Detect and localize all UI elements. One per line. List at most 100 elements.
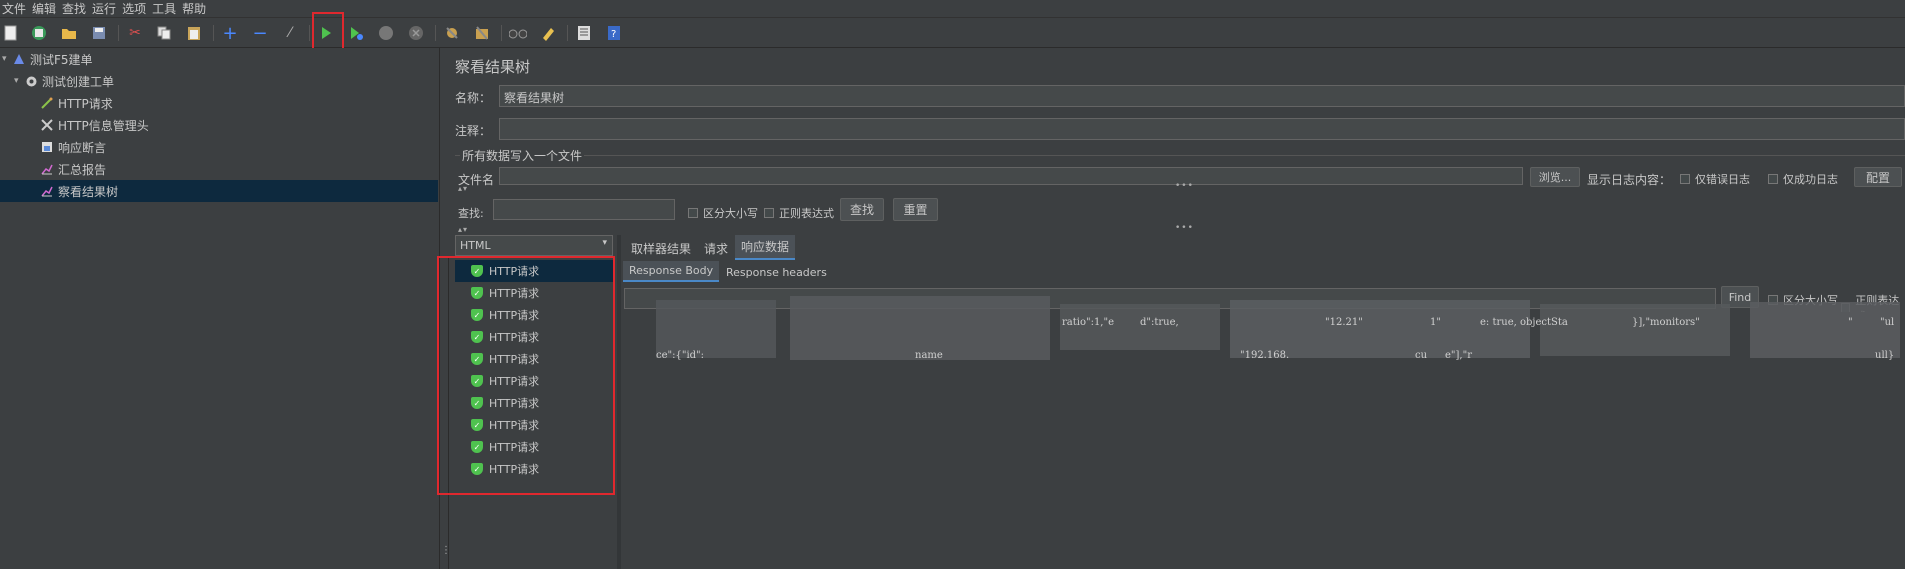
reset-search-icon[interactable] <box>539 24 557 42</box>
response-fragment: "12.21" <box>1325 317 1363 328</box>
start-highlight-box <box>312 12 344 52</box>
checkbox-box[interactable] <box>764 208 774 218</box>
clear-all-icon[interactable] <box>473 24 491 42</box>
http-sampler-icon <box>40 96 54 110</box>
stop-icon[interactable] <box>377 24 395 42</box>
function-helper-icon[interactable] <box>575 24 593 42</box>
response-fragment: d":true, <box>1140 317 1179 328</box>
thread-group-icon <box>24 74 38 88</box>
collapse-arrows-icon[interactable]: ▴▾ <box>458 184 468 193</box>
response-fragment: ratio":1,"e <box>1062 317 1115 328</box>
paste-icon[interactable] <box>185 24 203 42</box>
copy-icon[interactable] <box>155 24 173 42</box>
errors-only-checkbox[interactable]: 仅错误日志 <box>1680 171 1750 187</box>
tree-item-label: HTTP信息管理头 <box>58 118 149 133</box>
case-sensitive-label: 区分大小写 <box>703 207 758 220</box>
results-tree-icon <box>40 184 54 198</box>
response-fragment: ull} <box>1875 350 1895 361</box>
expand-icon[interactable]: + <box>221 23 239 44</box>
tab-request[interactable]: 请求 <box>698 237 734 260</box>
filename-field[interactable] <box>499 167 1523 185</box>
response-fragment: e: true, objectSta <box>1480 317 1568 328</box>
checkbox-box[interactable] <box>1768 174 1778 184</box>
test-plan-tree: ▾ 测试F5建单 ▾ 测试创建工单 HTTP请求 HTTP信息管理头 响应断言 … <box>0 48 440 569</box>
tab-response-data[interactable]: 响应数据 <box>735 235 796 260</box>
regex-label: 正则表达式 <box>779 207 834 220</box>
toolbar: ✂ + − ⁄ ? <box>0 12 1905 52</box>
errors-only-label: 仅错误日志 <box>1695 173 1750 186</box>
group-divider <box>455 155 1905 156</box>
browse-button[interactable]: 浏览... <box>1530 167 1580 187</box>
tree-item-http-request[interactable]: HTTP请求 <box>0 92 438 114</box>
search-input[interactable] <box>493 199 675 220</box>
renderer-select[interactable]: HTML ▾ <box>455 235 613 256</box>
renderer-value: HTML <box>460 239 491 252</box>
svg-text:?: ? <box>611 29 616 40</box>
cut-icon[interactable]: ✂ <box>126 24 144 42</box>
name-field[interactable]: 察看结果树 <box>499 85 1905 107</box>
menu-bar: 文件 编辑 查找 运行 选项 工具 帮助 <box>0 0 1905 18</box>
checkbox-box[interactable] <box>688 208 698 218</box>
response-fragment: cu <box>1415 350 1428 361</box>
tree-item-label: 察看结果树 <box>58 184 119 199</box>
menu-file[interactable]: 文件 <box>0 0 30 17</box>
menu-edit[interactable]: 编辑 <box>30 0 60 17</box>
tree-item-assertion[interactable]: 响应断言 <box>0 136 438 158</box>
help-icon[interactable]: ? <box>605 24 623 42</box>
tree-item-test-plan[interactable]: ▾ 测试F5建单 <box>0 48 438 70</box>
new-icon[interactable] <box>2 24 20 42</box>
checkbox-box[interactable] <box>1680 174 1690 184</box>
tab-response-body[interactable]: Response Body <box>623 261 720 282</box>
success-only-label: 仅成功日志 <box>1783 173 1838 186</box>
search-icon[interactable] <box>509 24 527 42</box>
clear-icon[interactable] <box>443 24 461 42</box>
response-fragment: }],"monitors" <box>1632 317 1700 328</box>
chevron-down-icon[interactable]: ▾ <box>602 238 607 248</box>
expand-arrow-icon[interactable]: ▾ <box>2 54 12 64</box>
save-icon[interactable] <box>90 24 108 42</box>
tab-sampler-result[interactable]: 取样器结果 <box>625 237 697 260</box>
splitter-handle[interactable]: ••• <box>1175 181 1194 191</box>
splitter-handle-2[interactable]: ••• <box>1175 223 1194 233</box>
success-only-checkbox[interactable]: 仅成功日志 <box>1768 171 1838 187</box>
response-fragment: e"],"r <box>1445 350 1472 361</box>
splitter-grip-icon[interactable]: ⋮ <box>441 545 452 556</box>
tab-response-headers[interactable]: Response headers <box>720 263 833 282</box>
comment-label: 注释： <box>455 124 492 138</box>
tree-item-thread-group[interactable]: ▾ 测试创建工单 <box>0 70 438 92</box>
find-button[interactable]: 查找 <box>840 198 884 221</box>
collapse-icon[interactable]: − <box>251 23 269 44</box>
menu-tools[interactable]: 工具 <box>150 0 180 17</box>
tree-item-summary-report[interactable]: 汇总报告 <box>0 158 438 180</box>
templates-icon[interactable] <box>30 24 48 42</box>
test-plan-icon <box>12 52 26 66</box>
expand-arrow-icon[interactable]: ▾ <box>14 76 24 86</box>
tree-item-header-manager[interactable]: HTTP信息管理头 <box>0 114 438 136</box>
comment-field[interactable] <box>499 118 1905 140</box>
tree-item-label: 测试F5建单 <box>30 52 93 67</box>
collapse-arrows-icon-2[interactable]: ▴▾ <box>458 225 468 234</box>
open-icon[interactable] <box>60 24 78 42</box>
page-title: 察看结果树 <box>455 58 531 76</box>
response-fragment: " <box>1848 317 1853 328</box>
toggle-icon[interactable]: ⁄ <box>281 24 299 42</box>
menu-options[interactable]: 选项 <box>120 0 150 17</box>
configure-button[interactable]: 配置 <box>1854 167 1902 187</box>
response-fragment: 1" <box>1430 317 1441 328</box>
menu-run[interactable]: 运行 <box>90 0 120 17</box>
tree-item-label: 测试创建工单 <box>42 74 115 89</box>
reset-button[interactable]: 重置 <box>893 198 938 221</box>
start-no-pause-icon[interactable] <box>347 24 365 42</box>
response-fragment: ce":{"id": <box>656 350 705 361</box>
write-all-label: 所有数据写入一个文件 <box>460 147 585 164</box>
shutdown-icon[interactable] <box>407 24 425 42</box>
redaction-block <box>1540 304 1730 356</box>
summary-report-icon <box>40 162 54 176</box>
menu-help[interactable]: 帮助 <box>180 0 210 17</box>
tree-item-label: HTTP请求 <box>58 96 113 111</box>
vertical-splitter[interactable] <box>617 235 621 569</box>
tree-item-results-tree[interactable]: 察看结果树 <box>0 180 438 202</box>
case-sensitive-checkbox[interactable]: 区分大小写 <box>688 205 758 221</box>
regex-checkbox[interactable]: 正则表达式 <box>764 205 834 221</box>
menu-search[interactable]: 查找 <box>60 0 90 17</box>
